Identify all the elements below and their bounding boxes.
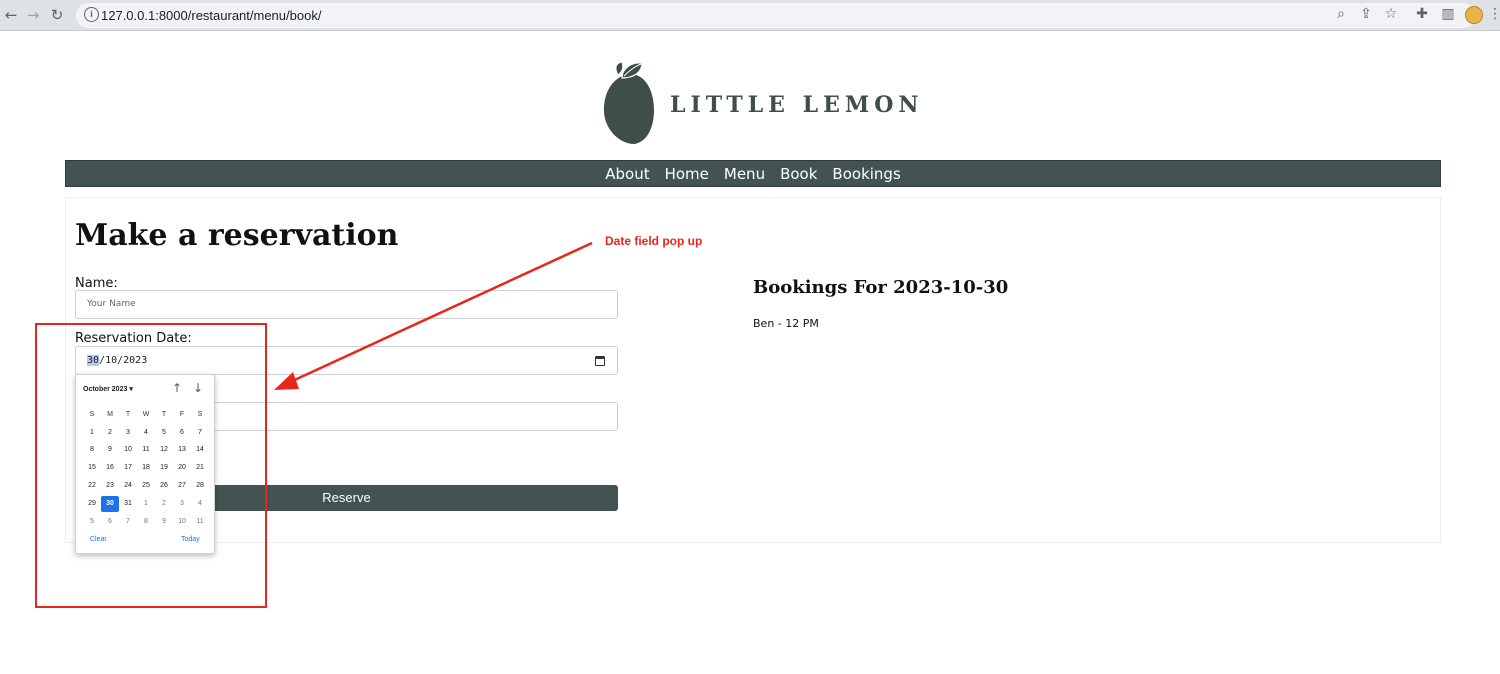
bookings-title: Bookings For 2023-10-30 xyxy=(753,277,1009,298)
reload-icon[interactable]: ↻ xyxy=(48,6,66,24)
page-title: Make a reservation xyxy=(75,218,399,253)
annotation-label: Date field pop up xyxy=(605,234,703,248)
address-bar[interactable]: i 127.0.0.1:8000/restaurant/menu/book/ xyxy=(76,3,1476,28)
annotation-highlight-box xyxy=(35,323,267,608)
browser-toolbar: ← → ↻ i 127.0.0.1:8000/restaurant/menu/b… xyxy=(0,0,1500,31)
url-text: 127.0.0.1:8000/restaurant/menu/book/ xyxy=(101,8,322,23)
lemon-icon xyxy=(603,61,654,144)
back-icon[interactable]: ← xyxy=(2,6,20,24)
share-icon[interactable]: ⇪ xyxy=(1357,5,1375,23)
site-info-icon[interactable]: i xyxy=(84,7,99,22)
menu-dots-icon[interactable]: ⋮ xyxy=(1488,5,1500,23)
site-logo[interactable]: LITTLE LEMON xyxy=(600,60,920,150)
zoom-icon[interactable]: ⌕ xyxy=(1332,5,1350,23)
nav-about[interactable]: About xyxy=(605,165,649,183)
name-field[interactable]: Your Name xyxy=(75,290,618,319)
nav-menu[interactable]: Menu xyxy=(724,165,765,183)
bookmark-star-icon[interactable]: ☆ xyxy=(1382,5,1400,23)
extensions-icon[interactable]: ✚ xyxy=(1413,5,1431,23)
forward-icon[interactable]: → xyxy=(24,6,42,24)
nav-bookings[interactable]: Bookings xyxy=(832,165,900,183)
nav-book[interactable]: Book xyxy=(780,165,817,183)
brand-name: LITTLE LEMON xyxy=(670,92,924,118)
side-panel-icon[interactable]: ▥ xyxy=(1439,5,1457,23)
calendar-icon[interactable] xyxy=(595,356,605,366)
main-nav: About Home Menu Book Bookings xyxy=(65,160,1441,187)
name-label: Name: xyxy=(75,276,118,291)
booking-item: Ben - 12 PM xyxy=(753,317,819,330)
profile-avatar[interactable] xyxy=(1465,6,1483,24)
nav-home[interactable]: Home xyxy=(665,165,709,183)
